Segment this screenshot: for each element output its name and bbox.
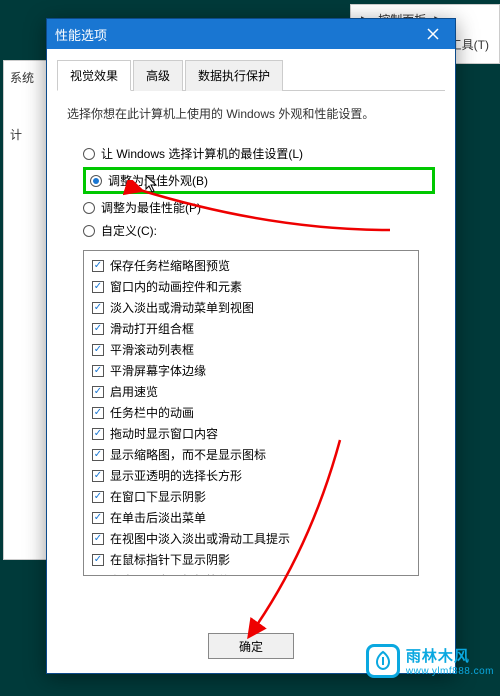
checkbox-icon [92,554,104,566]
check-label: 在窗口下显示阴影 [110,488,206,505]
check-label: 平滑滚动列表框 [110,341,194,358]
check-label: 显示缩略图，而不是显示图标 [110,446,266,463]
options-listbox[interactable]: 保存任务栏缩略图预览窗口内的动画控件和元素淡入淡出或滑动菜单到视图滑动打开组合框… [83,250,419,576]
check-item[interactable]: 平滑滚动列表框 [92,339,410,360]
check-item[interactable]: 保存任务栏缩略图预览 [92,255,410,276]
radio-icon [83,202,95,214]
watermark-brand: 雨林木风 [406,645,494,666]
check-item[interactable]: 显示缩略图，而不是显示图标 [92,444,410,465]
check-label: 窗口内的动画控件和元素 [110,278,242,295]
radio-icon [90,175,102,187]
check-item[interactable]: 淡入淡出或滑动菜单到视图 [92,297,410,318]
check-item[interactable]: 窗口内的动画控件和元素 [92,276,410,297]
checkbox-icon [92,260,104,272]
radio-best-performance[interactable]: 调整为最佳性能(P) [83,196,435,219]
check-label: 拖动时显示窗口内容 [110,425,218,442]
check-item[interactable]: 平滑屏幕字体边缘 [92,360,410,381]
radio-icon [83,148,95,160]
check-item[interactable]: 任务栏中的动画 [92,402,410,423]
checkbox-icon [92,302,104,314]
radio-label: 让 Windows 选择计算机的最佳设置(L) [101,145,303,162]
tab-dep[interactable]: 数据执行保护 [185,60,283,91]
radio-let-windows-choose[interactable]: 让 Windows 选择计算机的最佳设置(L) [83,142,435,165]
tab-content: 选择你想在此计算机上使用的 Windows 外观和性能设置。 让 Windows… [47,91,455,619]
titlebar: 性能选项 [47,19,455,49]
checkbox-icon [92,428,104,440]
radio-label: 自定义(C): [101,222,157,239]
radio-best-appearance[interactable]: 调整为最佳外观(B) [83,167,435,194]
watermark: 雨林木风 www.ylmf888.com [366,644,494,678]
check-label: 在鼠标指针下显示阴影 [110,551,230,568]
check-label: 启用速览 [110,383,158,400]
radio-icon [83,225,95,237]
check-item[interactable]: 在窗口下显示阴影 [92,486,410,507]
check-label: 在视图中淡入淡出或滑动工具提示 [110,530,290,547]
checkbox-icon [92,344,104,356]
tab-strip: 视觉效果 高级 数据执行保护 [57,59,445,91]
check-item[interactable]: 在单击后淡出菜单 [92,507,410,528]
tab-advanced[interactable]: 高级 [133,60,183,91]
checkbox-icon [92,512,104,524]
performance-options-dialog: 性能选项 视觉效果 高级 数据执行保护 选择你想在此计算机上使用的 Window… [46,18,456,674]
check-item[interactable]: 启用速览 [92,381,410,402]
watermark-url: www.ylmf888.com [406,666,494,677]
checkbox-icon [92,281,104,293]
check-label: 在桌面上为图标标签使用阴影 [110,572,266,576]
check-item[interactable]: 在视图中淡入淡出或滑动工具提示 [92,528,410,549]
tab-visual-effects[interactable]: 视觉效果 [57,60,131,91]
radio-group: 让 Windows 选择计算机的最佳设置(L) 调整为最佳外观(B) 调整为最佳… [83,142,435,242]
check-item[interactable]: 拖动时显示窗口内容 [92,423,410,444]
check-label: 平滑屏幕字体边缘 [110,362,206,379]
checkbox-icon [92,575,104,577]
checkbox-icon [92,491,104,503]
check-label: 在单击后淡出菜单 [110,509,206,526]
watermark-logo-icon [366,644,400,678]
checkbox-icon [92,365,104,377]
checkbox-icon [92,533,104,545]
check-label: 任务栏中的动画 [110,404,194,421]
checkbox-icon [92,323,104,335]
dialog-title: 性能选项 [55,25,419,44]
description-text: 选择你想在此计算机上使用的 Windows 外观和性能设置。 [67,105,435,124]
check-item[interactable]: 滑动打开组合框 [92,318,410,339]
check-label: 滑动打开组合框 [110,320,194,337]
check-label: 淡入淡出或滑动菜单到视图 [110,299,254,316]
checkbox-icon [92,470,104,482]
checkbox-icon [92,449,104,461]
check-item[interactable]: 在桌面上为图标标签使用阴影 [92,570,410,576]
radio-custom[interactable]: 自定义(C): [83,219,435,242]
ok-button[interactable]: 确定 [208,633,294,659]
check-item[interactable]: 显示亚透明的选择长方形 [92,465,410,486]
check-label: 保存任务栏缩略图预览 [110,257,230,274]
radio-label: 调整为最佳外观(B) [108,172,208,189]
check-label: 显示亚透明的选择长方形 [110,467,242,484]
checkbox-icon [92,386,104,398]
radio-label: 调整为最佳性能(P) [101,199,201,216]
checkbox-icon [92,407,104,419]
close-button[interactable] [419,22,447,46]
check-item[interactable]: 在鼠标指针下显示阴影 [92,549,410,570]
